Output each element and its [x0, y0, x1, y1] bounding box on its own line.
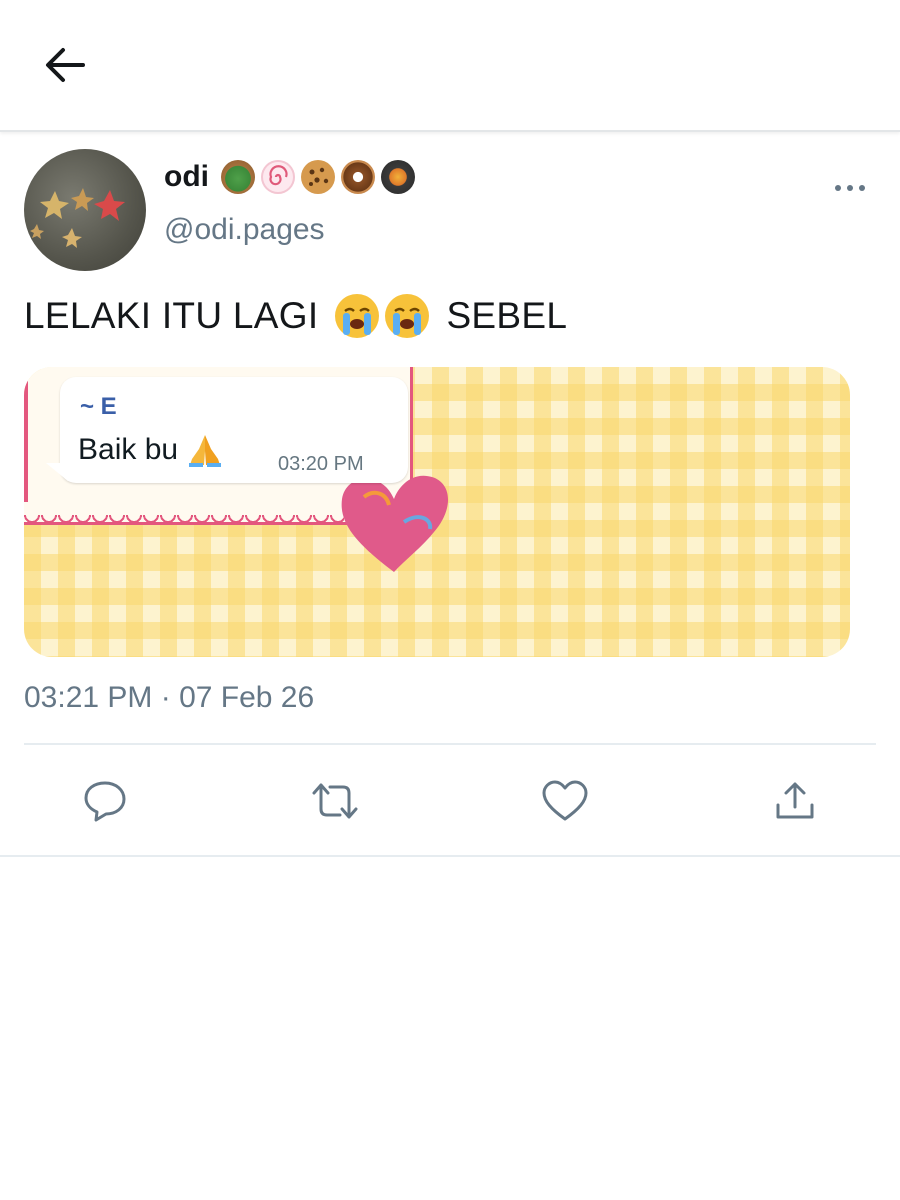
- heart-icon: [542, 780, 588, 821]
- fish-cake-emoji: [261, 160, 295, 194]
- like-button[interactable]: [537, 773, 593, 829]
- tweet-media-image[interactable]: ~ E Baik bu 03:20 PM: [24, 367, 850, 657]
- tweet-text: LELAKI ITU LAGI SEBEL: [24, 294, 567, 338]
- user-handle[interactable]: @odi.pages: [164, 213, 325, 247]
- chat-bubble: ~ E Baik bu 03:20 PM: [60, 377, 408, 483]
- share-button[interactable]: [767, 773, 823, 829]
- retweet-icon: [312, 783, 358, 819]
- loudly-crying-face-emoji: [385, 294, 430, 338]
- tweet-timestamp[interactable]: 03:21 PM · 07 Feb 26: [24, 681, 314, 715]
- top-bar: [0, 0, 900, 132]
- avatar-image: [30, 188, 125, 248]
- tweet-text-main: LELAKI ITU LAGI: [24, 295, 319, 336]
- share-icon: [776, 782, 814, 819]
- reply-icon: [84, 781, 126, 822]
- name-emoji-group: [221, 160, 421, 194]
- tweet-actions: [0, 773, 900, 829]
- more-icon: [835, 185, 865, 191]
- chat-message-text: Baik bu: [78, 433, 179, 466]
- bottom-divider: [0, 855, 900, 857]
- loudly-crying-face-emoji: [335, 294, 380, 338]
- back-button[interactable]: [40, 42, 90, 88]
- chat-bubble-tail: [46, 463, 68, 481]
- divider: [24, 743, 876, 745]
- scallop-border: [24, 515, 344, 529]
- chat-sender: ~ E: [80, 393, 117, 420]
- arrow-left-icon: [46, 48, 85, 82]
- shallow-pan-emoji: [381, 160, 415, 194]
- display-name: odi: [164, 160, 209, 193]
- more-options-button[interactable]: [828, 173, 872, 203]
- tweet-text-end: SEBEL: [446, 295, 568, 336]
- display-name-row[interactable]: odi: [164, 160, 421, 194]
- retweet-button[interactable]: [307, 773, 363, 829]
- chat-time: 03:20 PM: [278, 453, 364, 475]
- folded-hands-emoji: [189, 435, 222, 467]
- avatar[interactable]: [24, 149, 146, 271]
- chat-message: Baik bu: [78, 433, 224, 467]
- cookie-emoji: [301, 160, 335, 194]
- salad-emoji: [221, 160, 255, 194]
- doughnut-emoji: [341, 160, 375, 194]
- heart-sticker-icon: [341, 475, 449, 572]
- frame-left-border: [24, 367, 28, 502]
- reply-button[interactable]: [77, 773, 133, 829]
